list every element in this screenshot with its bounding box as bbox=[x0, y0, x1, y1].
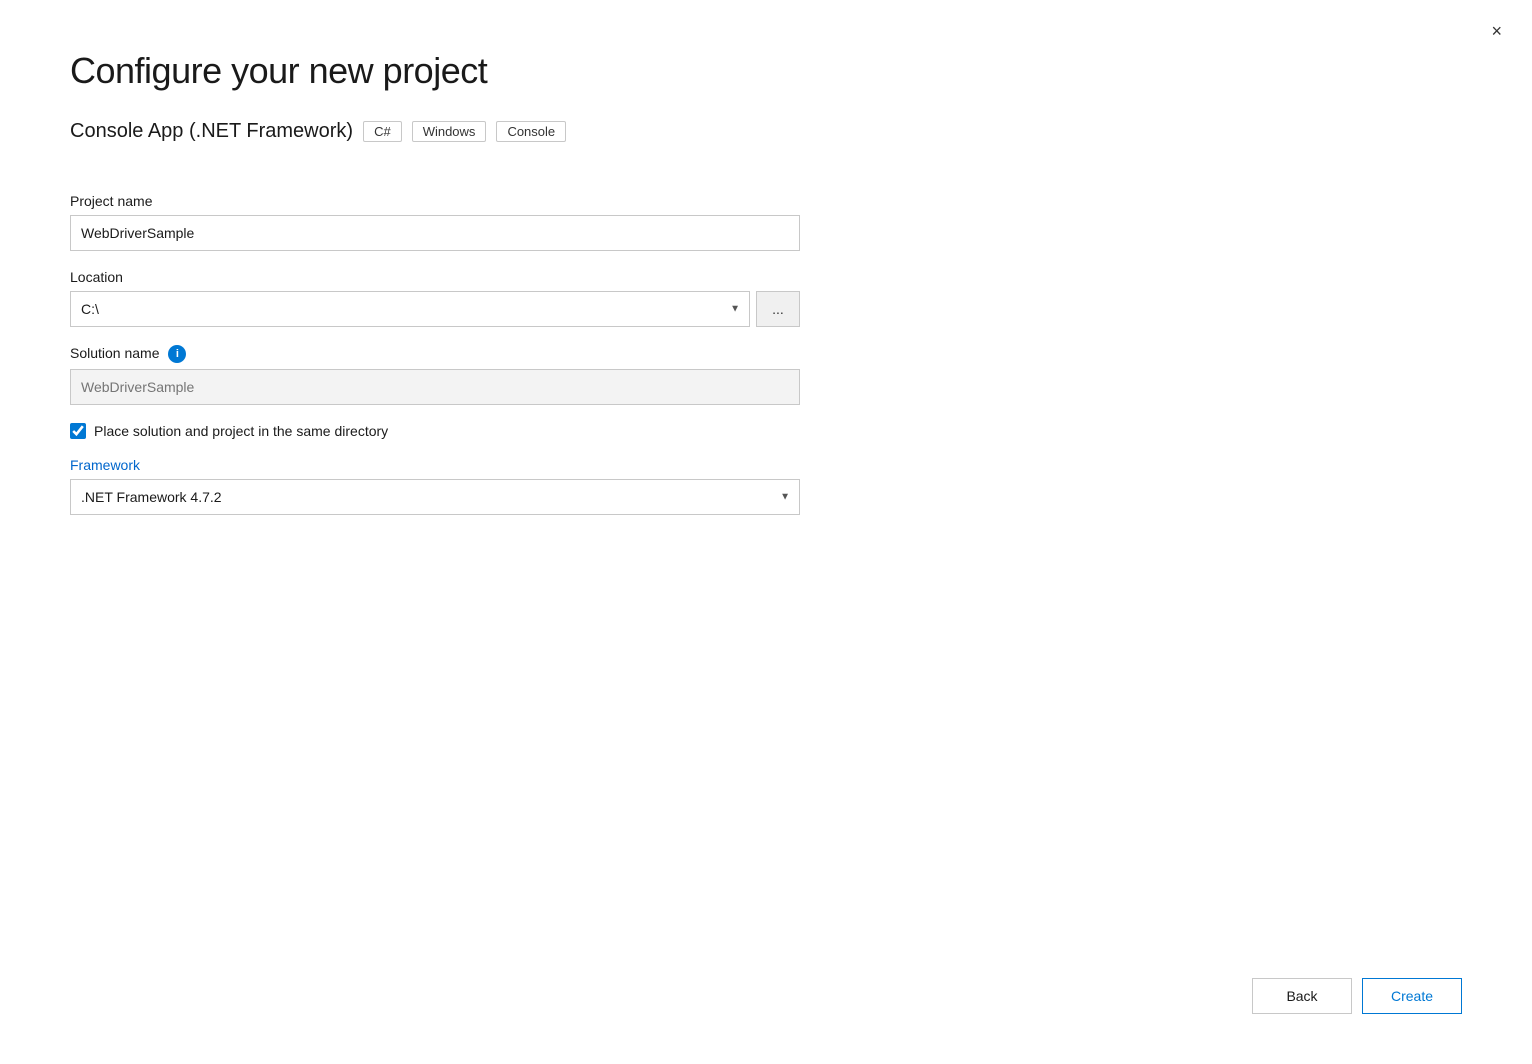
form-section: Project name Location C:\ ▼ ... Solution… bbox=[70, 175, 800, 515]
framework-label: Framework bbox=[70, 457, 800, 473]
create-button[interactable]: Create bbox=[1362, 978, 1462, 1014]
project-name-label: Project name bbox=[70, 193, 800, 209]
back-button[interactable]: Back bbox=[1252, 978, 1352, 1014]
location-row: C:\ ▼ ... bbox=[70, 291, 800, 327]
project-name-input[interactable] bbox=[70, 215, 800, 251]
solution-name-input[interactable] bbox=[70, 369, 800, 405]
browse-button[interactable]: ... bbox=[756, 291, 800, 327]
project-type-row: Console App (.NET Framework) C# Windows … bbox=[70, 120, 1462, 143]
framework-select-wrapper: .NET Framework 4.7.2 ▼ bbox=[70, 479, 800, 515]
same-directory-checkbox[interactable] bbox=[70, 423, 86, 439]
close-button[interactable]: × bbox=[1485, 18, 1508, 44]
location-select[interactable]: C:\ bbox=[70, 291, 750, 327]
solution-name-label: Solution name i bbox=[70, 345, 800, 363]
page-title: Configure your new project bbox=[70, 50, 1462, 92]
tag-csharp: C# bbox=[363, 121, 402, 142]
tag-console: Console bbox=[496, 121, 566, 142]
solution-name-info-icon[interactable]: i bbox=[168, 345, 186, 363]
location-select-wrapper: C:\ ▼ bbox=[70, 291, 750, 327]
footer-row: Back Create bbox=[1252, 978, 1462, 1014]
project-type-name: Console App (.NET Framework) bbox=[70, 120, 353, 143]
tag-windows: Windows bbox=[412, 121, 487, 142]
configure-project-dialog: × Configure your new project Console App… bbox=[0, 0, 1532, 1064]
same-directory-row: Place solution and project in the same d… bbox=[70, 423, 800, 439]
framework-select[interactable]: .NET Framework 4.7.2 bbox=[70, 479, 800, 515]
same-directory-label[interactable]: Place solution and project in the same d… bbox=[94, 423, 388, 439]
location-label: Location bbox=[70, 269, 800, 285]
